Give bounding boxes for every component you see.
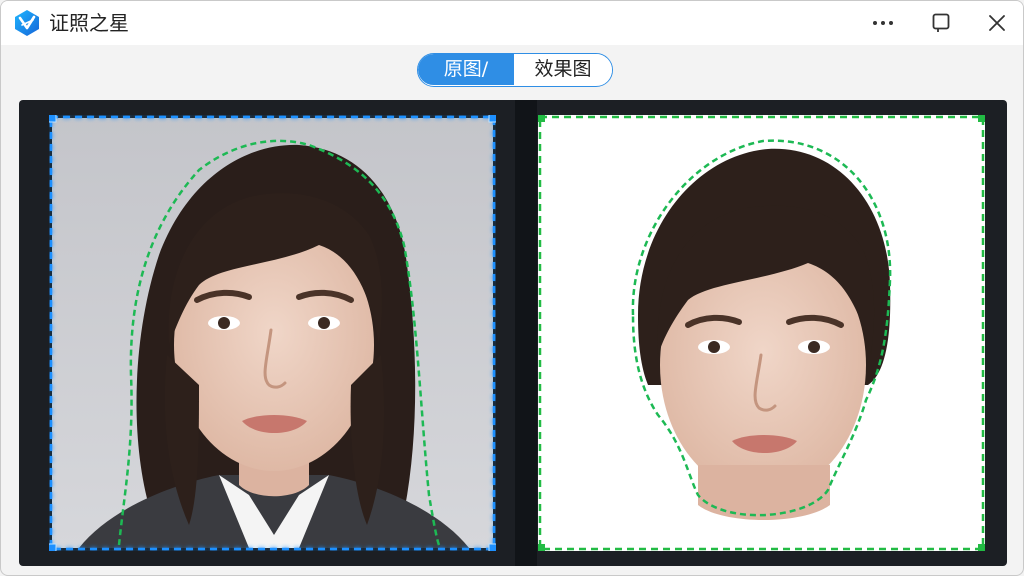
more-button[interactable]	[863, 7, 903, 39]
original-tab[interactable]: 原图/	[418, 54, 514, 85]
restore-icon	[932, 13, 950, 32]
app-window: 证照之星 原图/ 效果图	[0, 0, 1024, 576]
restore-button[interactable]	[921, 7, 961, 39]
app-logo-icon	[15, 10, 39, 36]
result-photo	[538, 115, 985, 551]
more-icon	[873, 21, 893, 25]
close-button[interactable]	[977, 7, 1017, 39]
app-title: 证照之星	[49, 11, 129, 35]
title-bar: 证照之星	[1, 1, 1023, 45]
original-photo	[49, 115, 496, 551]
view-toggle: 原图/ 效果图	[417, 53, 613, 87]
result-photo-panel	[538, 115, 985, 551]
panel-divider	[515, 100, 537, 566]
result-tab[interactable]: 效果图	[514, 54, 612, 85]
original-photo-panel	[49, 115, 496, 551]
close-icon	[989, 15, 1005, 31]
